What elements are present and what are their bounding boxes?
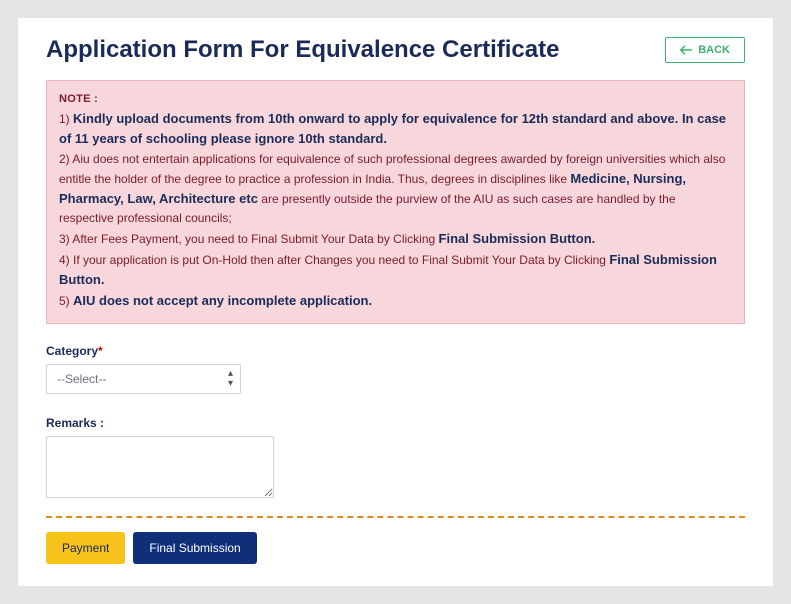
remarks-textarea[interactable] xyxy=(46,436,274,498)
category-label: Category* xyxy=(46,344,745,358)
note-line-3: 3) After Fees Payment, you need to Final… xyxy=(59,229,732,249)
note-5-bold: AIU does not accept any incomplete appli… xyxy=(73,293,372,308)
form-card: Application Form For Equivalence Certifi… xyxy=(18,18,773,586)
note-box: NOTE : 1) Kindly upload documents from 1… xyxy=(46,80,745,324)
category-select[interactable]: --Select-- xyxy=(46,364,241,394)
note-title: NOTE : xyxy=(59,91,732,108)
note-3-bold: Final Submission Button. xyxy=(439,231,596,246)
final-submission-button[interactable]: Final Submission xyxy=(133,532,256,564)
note-3a: 3) After Fees Payment, you need to Final… xyxy=(59,232,439,246)
page-title: Application Form For Equivalence Certifi… xyxy=(46,36,559,64)
note-line-1: 1) Kindly upload documents from 10th onw… xyxy=(59,109,732,149)
back-button-label: BACK xyxy=(698,44,730,56)
note-line-4: 4) If your application is put On-Hold th… xyxy=(59,250,732,290)
note-4a: 4) If your application is put On-Hold th… xyxy=(59,253,609,267)
note-1-bold: Kindly upload documents from 10th onward… xyxy=(59,111,726,146)
note-5-num: 5) xyxy=(59,294,73,308)
divider xyxy=(46,516,745,518)
remarks-label: Remarks : xyxy=(46,416,745,430)
button-row: Payment Final Submission xyxy=(46,532,745,564)
back-button[interactable]: BACK xyxy=(665,37,745,63)
note-1-num: 1) xyxy=(59,112,73,126)
note-line-5: 5) AIU does not accept any incomplete ap… xyxy=(59,291,732,311)
category-select-wrap: --Select-- ▴▾ xyxy=(46,364,241,394)
header-row: Application Form For Equivalence Certifi… xyxy=(46,36,745,64)
note-line-2: 2) Aiu does not entertain applications f… xyxy=(59,150,732,227)
payment-button[interactable]: Payment xyxy=(46,532,125,564)
arrow-left-icon xyxy=(680,45,692,55)
category-label-text: Category xyxy=(46,344,98,358)
required-mark: * xyxy=(98,344,103,358)
